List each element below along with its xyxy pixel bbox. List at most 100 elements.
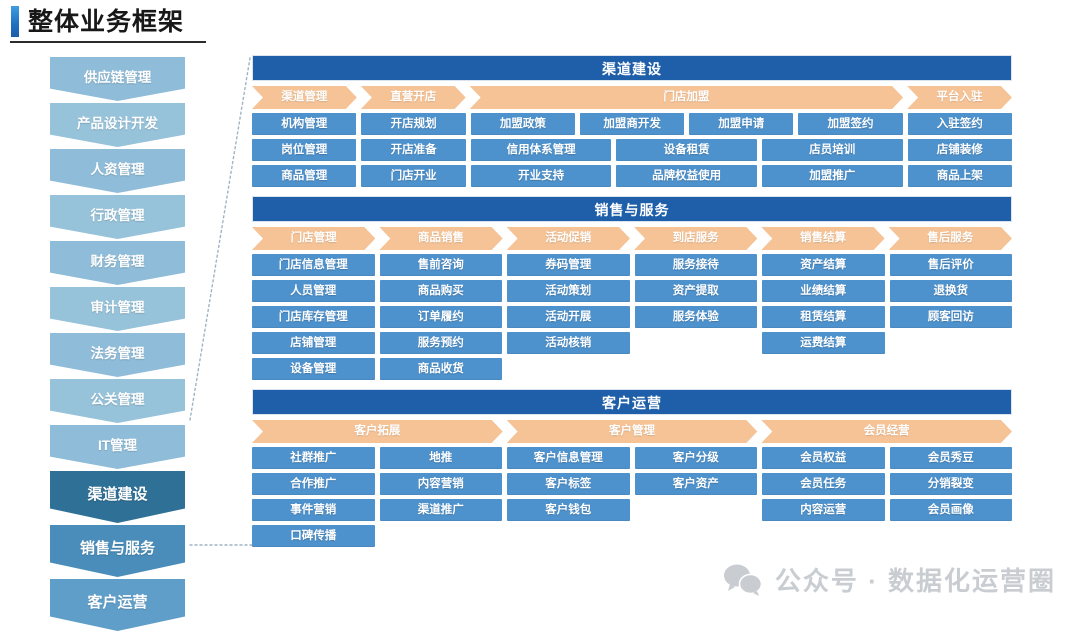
grid-cell[interactable]: 会员任务	[762, 473, 885, 495]
cell-row: 客户标签	[507, 473, 630, 495]
grid-cell[interactable]: 租赁结算	[762, 306, 885, 328]
watermark-text: 公众号 · 数据化运营圈	[774, 566, 1056, 596]
chevron-3[interactable]: 活动促销	[507, 227, 630, 250]
grid-cell[interactable]: 事件营销	[252, 499, 375, 521]
sidebar-item-1[interactable]: 供应链管理	[50, 57, 185, 101]
grid-cell[interactable]: 运费结算	[762, 332, 885, 354]
sidebar-item-3[interactable]: 人资管理	[50, 149, 185, 193]
grid-cell[interactable]: 活动策划	[507, 280, 630, 302]
sidebar-item-4[interactable]: 行政管理	[50, 195, 185, 239]
cell-row: 机构管理	[252, 113, 357, 135]
grid-cell[interactable]: 会员秀豆	[889, 447, 1012, 469]
grid-cell[interactable]: 口碑传播	[252, 525, 375, 547]
chevron-4[interactable]: 平台入驻	[907, 86, 1012, 109]
grid-cell[interactable]: 会员画像	[889, 499, 1012, 521]
chevron-2[interactable]: 商品销售	[379, 227, 502, 250]
grid-cell[interactable]: 信用体系管理	[470, 139, 612, 161]
grid-cell[interactable]: 客户标签	[507, 473, 630, 495]
grid-cell[interactable]: 客户信息管理	[507, 447, 630, 469]
grid-cell[interactable]: 退换货	[889, 280, 1012, 302]
chevron-2[interactable]: 直营开店	[361, 86, 466, 109]
grid-cell[interactable]: 机构管理	[252, 113, 357, 135]
grid-cell[interactable]: 店铺管理	[252, 332, 375, 354]
sidebar-item-9[interactable]: IT管理	[50, 425, 185, 469]
grid-cell[interactable]: 售后评价	[889, 254, 1012, 276]
grid-cell[interactable]: 商品购买	[379, 280, 502, 302]
grid-cell[interactable]: 品牌权益使用	[616, 165, 757, 187]
grid-cell[interactable]: 顾客回访	[889, 306, 1012, 328]
chevron-3[interactable]: 门店加盟	[470, 86, 903, 109]
grid-cell[interactable]: 商品收货	[379, 358, 502, 380]
grid-cell[interactable]: 开业支持	[470, 165, 612, 187]
grid-cell[interactable]: 门店开业	[361, 165, 466, 187]
grid-cell[interactable]: 地推	[379, 447, 502, 469]
cell-row: 内容营销	[379, 473, 502, 495]
column-group: 资产结算业绩结算租赁结算运费结算	[762, 254, 885, 354]
grid-cell[interactable]: 门店信息管理	[252, 254, 375, 276]
sidebar-item-label: 渠道建设	[87, 486, 148, 503]
column-group: 客户分级 客户资产	[634, 447, 757, 495]
sidebar-item-2[interactable]: 产品设计开发	[50, 103, 185, 147]
grid-cell[interactable]: 券码管理	[507, 254, 630, 276]
chevron-5[interactable]: 销售结算	[761, 227, 884, 250]
grid-cell[interactable]: 分销裂变	[889, 473, 1012, 495]
grid-cell[interactable]: 加盟申请	[689, 113, 794, 135]
sidebar-item-11[interactable]: 销售与服务	[50, 525, 185, 577]
grid-cell[interactable]: 人员管理	[252, 280, 375, 302]
chevron-6[interactable]: 售后服务	[889, 227, 1012, 250]
chevron-4[interactable]: 到店服务	[634, 227, 757, 250]
grid-cell[interactable]: 客户资产	[634, 473, 757, 495]
grid-cell[interactable]: 业绩结算	[762, 280, 885, 302]
grid-cell[interactable]: 服务预约	[379, 332, 502, 354]
grid-cell[interactable]: 资产提取	[634, 280, 757, 302]
grid-cell[interactable]: 客户分级	[634, 447, 757, 469]
cell-row: 店铺管理	[252, 332, 375, 354]
grid-cell[interactable]: 服务体验	[634, 306, 757, 328]
grid-cell[interactable]: 活动核销	[507, 332, 630, 354]
grid-cell[interactable]: 门店库存管理	[252, 306, 375, 328]
grid-cell[interactable]: 商品管理	[252, 165, 357, 187]
grid-cell[interactable]: 客户钱包	[507, 499, 630, 521]
grid-cell[interactable]: 店员培训	[761, 139, 903, 161]
grid-cell[interactable]: 渠道推广	[379, 499, 502, 521]
sidebar-item-6[interactable]: 审计管理	[50, 287, 185, 331]
sidebar-item-7[interactable]: 法务管理	[50, 333, 185, 377]
cell-row: 合作推广	[252, 473, 375, 495]
grid-cell[interactable]: 服务接待	[634, 254, 757, 276]
sidebar-item-5[interactable]: 财务管理	[50, 241, 185, 285]
grid-cell[interactable]: 加盟推广	[761, 165, 903, 187]
grid-cell[interactable]: 设备租赁	[616, 139, 757, 161]
grid-cell[interactable]: 设备管理	[252, 358, 375, 380]
grid-cell[interactable]: 商品上架	[907, 165, 1012, 187]
title-bar: 整体业务框架	[0, 0, 1080, 44]
grid-cell[interactable]: 开店规划	[361, 113, 466, 135]
title-accent-bar	[11, 6, 19, 37]
grid-cell[interactable]: 资产结算	[762, 254, 885, 276]
grid-cell[interactable]: 加盟政策	[470, 113, 575, 135]
grid-cell[interactable]: 内容运营	[762, 499, 885, 521]
grid-cell[interactable]: 岗位管理	[252, 139, 357, 161]
grid-cell[interactable]: 售前咨询	[379, 254, 502, 276]
grid-cell[interactable]: 会员权益	[762, 447, 885, 469]
grid-cell[interactable]: 开店准备	[361, 139, 466, 161]
sidebar-item-10[interactable]: 渠道建设	[50, 471, 185, 523]
sidebar-item-8[interactable]: 公关管理	[50, 379, 185, 423]
grid-cell[interactable]: 加盟签约	[798, 113, 903, 135]
grid-cell[interactable]: 社群推广	[252, 447, 375, 469]
chevron-3[interactable]: 会员经营	[761, 420, 1012, 443]
cell-row: 客户资产	[634, 473, 757, 495]
grid-cell[interactable]: 合作推广	[252, 473, 375, 495]
chevron-1[interactable]: 客户拓展	[252, 420, 503, 443]
grid-cell[interactable]: 入驻签约	[907, 113, 1012, 135]
cell-row: 开店规划	[361, 113, 466, 135]
grid-cell[interactable]: 加盟商开发	[580, 113, 685, 135]
grid-cell[interactable]: 内容营销	[379, 473, 502, 495]
grid-cell[interactable]: 活动开展	[507, 306, 630, 328]
chevron-1[interactable]: 门店管理	[252, 227, 375, 250]
chevron-2[interactable]: 客户管理	[507, 420, 758, 443]
sidebar-item-12[interactable]: 客户运营	[50, 579, 185, 631]
grid-cell[interactable]: 店铺装修	[907, 139, 1012, 161]
grid-cell[interactable]: 订单履约	[379, 306, 502, 328]
chevron-1[interactable]: 渠道管理	[252, 86, 357, 109]
column-grid: 机构管理岗位管理商品管理 开店规划开店准备门店开业 加盟政策 加盟商开发 加盟申请 加盟签…	[252, 113, 1012, 187]
